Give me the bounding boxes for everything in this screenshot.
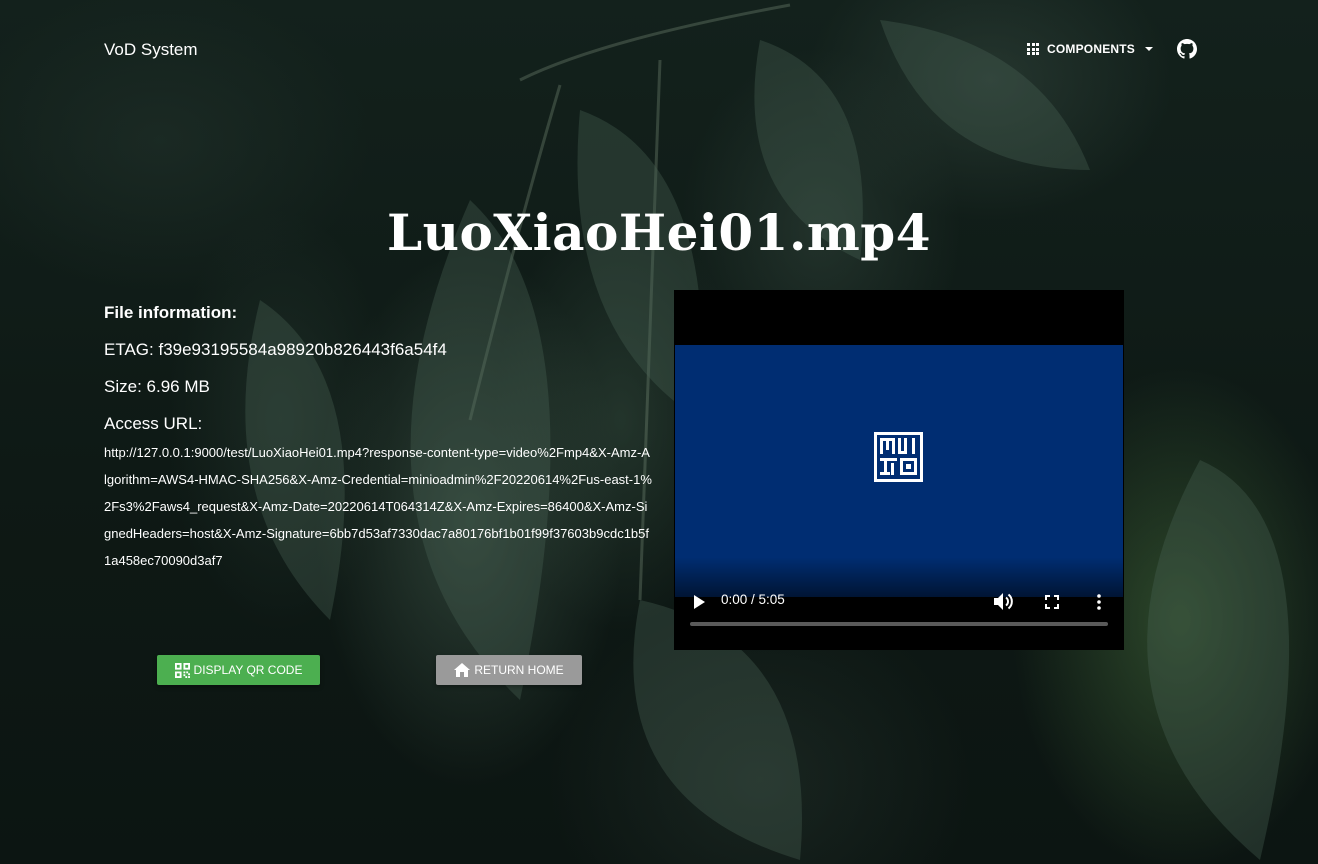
return-home-label: RETURN HOME (474, 663, 564, 677)
file-info-heading: File information: (104, 303, 238, 322)
home-icon (454, 663, 471, 677)
fullscreen-icon[interactable] (1045, 595, 1059, 609)
volume-icon[interactable] (994, 593, 1013, 610)
more-options-icon[interactable] (1097, 594, 1101, 610)
display-qr-code-button[interactable]: DISPLAY QR CODE (157, 655, 320, 685)
play-icon[interactable] (693, 595, 705, 609)
brand-link[interactable]: VoD System (104, 40, 198, 60)
qr-code-icon (174, 662, 190, 678)
video-frame (675, 345, 1123, 597)
video-controls: 0:00 / 5:05 (674, 586, 1124, 626)
display-qr-code-label: DISPLAY QR CODE (193, 663, 303, 677)
video-player[interactable]: 0:00 / 5:05 (674, 290, 1124, 650)
time-display: 0:00 / 5:05 (721, 592, 785, 607)
file-info: File information: ETAG: f39e93195584a989… (104, 300, 664, 574)
size-text: Size: 6.96 MB (104, 377, 210, 396)
caret-down-icon (1145, 47, 1154, 51)
navbar: VoD System COMPONENTS (0, 0, 1318, 100)
apps-grid-icon (1027, 43, 1039, 55)
github-icon[interactable] (1177, 39, 1197, 59)
access-url-text: http://127.0.0.1:9000/test/LuoXiaoHei01.… (104, 445, 652, 568)
access-url-label: Access URL: (104, 414, 203, 433)
progress-bar[interactable] (690, 622, 1108, 626)
etag-text: ETAG: f39e93195584a98920b826443f6a54f4 (104, 340, 447, 359)
components-dropdown[interactable]: COMPONENTS (1027, 42, 1154, 56)
page-title: LuoXiaoHei01.mp4 (386, 203, 932, 262)
components-label: COMPONENTS (1047, 42, 1136, 56)
video-logo-icon (874, 432, 923, 482)
return-home-button[interactable]: RETURN HOME (436, 655, 582, 685)
